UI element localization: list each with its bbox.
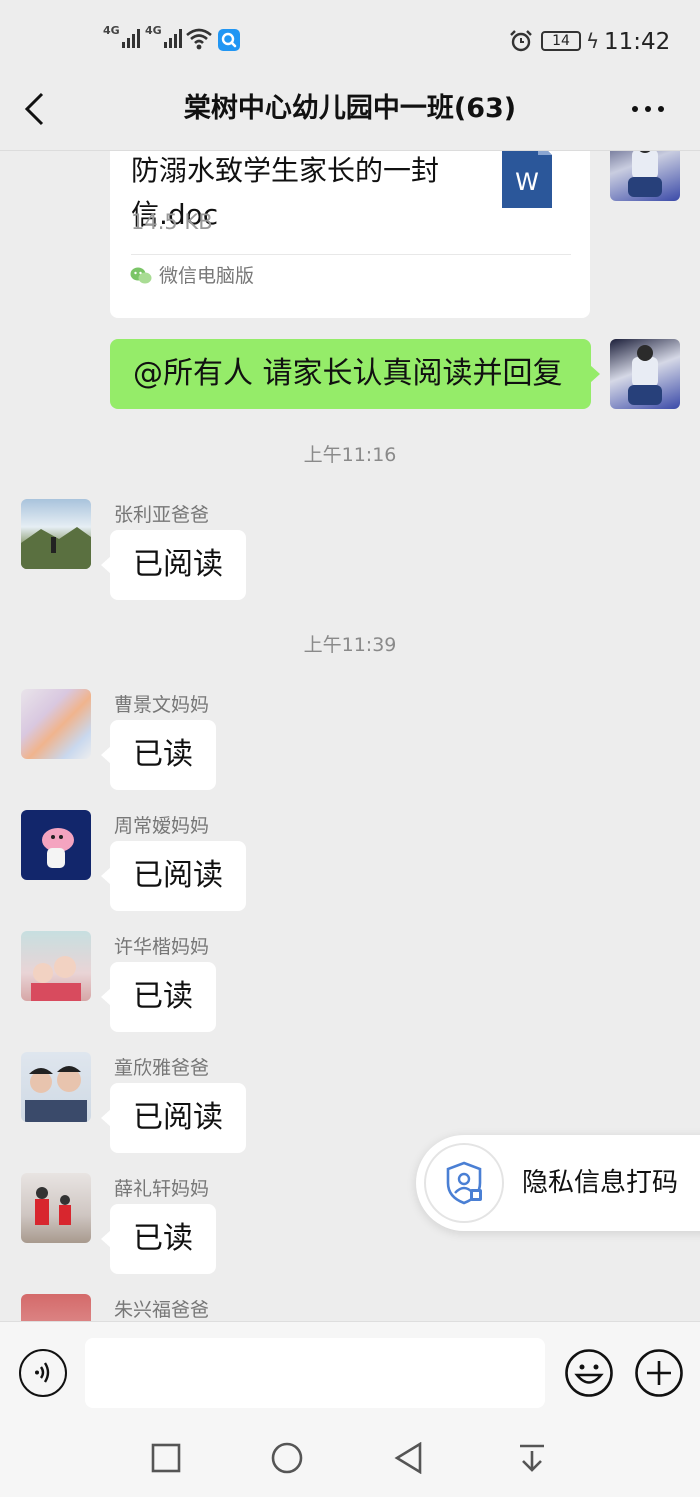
my-avatar-2[interactable]	[610, 339, 680, 409]
message-bubble[interactable]: 已读	[101, 720, 216, 790]
privacy-mask-label: 隐私信息打码	[522, 1168, 679, 1198]
wifi-icon	[186, 28, 212, 50]
avatar-zhouchangyuan[interactable]	[21, 810, 91, 880]
wechat-icon	[130, 267, 152, 284]
avatar-xuelixuan[interactable]	[21, 1173, 91, 1243]
cellular-signal-2-icon: 4G	[145, 24, 182, 48]
home-icon[interactable]	[271, 1442, 303, 1474]
sender-name: 薛礼轩妈妈	[114, 1178, 210, 1200]
privacy-mask-button[interactable]: 隐私信息打码	[416, 1135, 700, 1231]
plus-icon[interactable]	[634, 1348, 684, 1398]
more-icon[interactable]	[632, 106, 664, 112]
signal-1-label: 4G	[103, 24, 120, 37]
file-source: 微信电脑版	[159, 265, 255, 287]
my-avatar[interactable]	[610, 151, 680, 201]
message-bubble[interactable]: 已读	[101, 1204, 216, 1274]
sender-name: 周常嫒妈妈	[114, 815, 210, 837]
avatar-tongxinya[interactable]	[21, 1052, 91, 1122]
timestamp: 上午11:16	[303, 444, 397, 466]
file-message-card[interactable]: 防溺水致学生家长的一封信.doc 14.5 KB W 微信电脑版	[110, 151, 590, 318]
my-message-bubble[interactable]: @所有人 请家长认真阅读并回复	[110, 339, 600, 409]
avatar-xuhuakai[interactable]	[21, 931, 91, 1001]
privacy-shield-icon	[446, 1161, 482, 1205]
doc-letter: W	[515, 168, 539, 196]
message-input[interactable]	[85, 1338, 545, 1408]
sender-name: 童欣雅爸爸	[114, 1057, 210, 1079]
message-bubble[interactable]: 已阅读	[101, 530, 246, 600]
sender-name: 曹景文妈妈	[114, 694, 210, 716]
chat-title: 棠树中心幼儿园中一班(63)	[183, 93, 517, 124]
avatar-zhangliya[interactable]	[21, 499, 91, 569]
search-app-icon	[218, 29, 240, 51]
back-nav-icon[interactable]	[394, 1442, 424, 1474]
cellular-signal-1-icon: 4G	[103, 24, 140, 48]
status-time: 11:42	[604, 29, 671, 55]
sender-name: 朱兴福爸爸	[114, 1299, 210, 1321]
alarm-icon	[510, 30, 532, 52]
message-bubble[interactable]: 已阅读	[101, 841, 246, 911]
voice-icon[interactable]	[19, 1349, 67, 1397]
card-divider	[131, 254, 571, 255]
file-size: 14.5 KB	[131, 210, 213, 234]
notification-icon[interactable]	[518, 1443, 546, 1473]
avatar-zhuxingfu[interactable]	[21, 1294, 91, 1321]
input-bar	[0, 1321, 700, 1421]
message-bubble[interactable]: 已阅读	[101, 1083, 246, 1153]
battery-indicator: 14	[541, 31, 581, 51]
charging-icon: ϟ	[586, 29, 600, 53]
privacy-icon-circle	[424, 1143, 504, 1223]
back-icon[interactable]	[22, 92, 46, 126]
status-bar: 4G 4G 14 ϟ 11:42	[0, 0, 700, 80]
signal-2-label: 4G	[145, 24, 162, 37]
recent-apps-icon[interactable]	[151, 1443, 181, 1473]
word-doc-icon: W	[502, 151, 552, 208]
timestamp: 上午11:39	[303, 634, 397, 656]
emoji-icon[interactable]	[564, 1348, 614, 1398]
message-bubble[interactable]: 已读	[101, 962, 216, 1032]
system-nav-bar	[0, 1421, 700, 1497]
avatar-caojingwen[interactable]	[21, 689, 91, 759]
sender-name: 许华楷妈妈	[114, 936, 210, 958]
sender-name: 张利亚爸爸	[114, 504, 210, 526]
